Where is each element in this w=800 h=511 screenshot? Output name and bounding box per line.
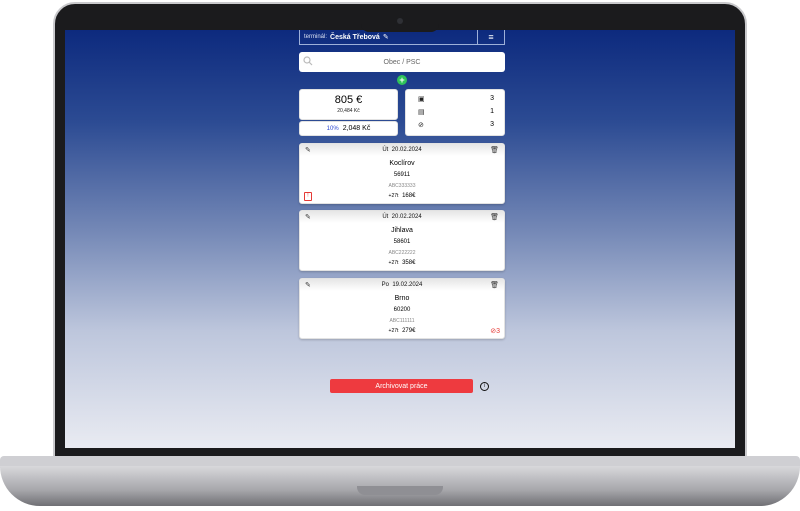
job-day: Út xyxy=(382,147,389,153)
job-card[interactable]: ✎ Po 19.02.2024 🗑 Brno 60200 ABC111111 +… xyxy=(299,278,505,339)
trash-icon[interactable]: 🗑 xyxy=(490,213,499,221)
job-day: Po xyxy=(381,282,389,288)
job-date-value: 19.02.2024 xyxy=(392,282,423,288)
stat-value: 1 xyxy=(490,108,494,115)
job-date: Po 19.02.2024 xyxy=(300,282,504,288)
trash-icon[interactable]: 🗑 xyxy=(490,146,499,154)
stat-value: 3 xyxy=(490,121,494,128)
job-date: Út 20.02.2024 xyxy=(300,147,504,153)
job-weight: +27t xyxy=(388,260,399,266)
laptop-screen: terminál: Česká Třebová ✎ ≡ Obec / PSC +… xyxy=(65,30,735,448)
document-icon: ▤ xyxy=(418,109,425,116)
percent-label: 10% xyxy=(326,125,339,132)
total-czk: 20,484 Kč xyxy=(337,108,360,114)
job-city: Brno xyxy=(394,295,410,302)
job-psc: 58601 xyxy=(393,239,411,245)
summary-total-card: 805 € 20,484 Kč xyxy=(299,89,398,120)
job-meta: +27t 358€ xyxy=(300,260,504,266)
cancel-icon: ⊘ xyxy=(418,122,424,129)
job-psc: 60200 xyxy=(393,307,411,313)
job-code: ABC333333 xyxy=(388,183,416,189)
search-placeholder: Obec / PSC xyxy=(383,58,421,66)
terminal-value: Česká Třebová xyxy=(330,33,380,41)
search-input[interactable]: Obec / PSC xyxy=(299,52,505,72)
job-date-value: 20.02.2024 xyxy=(391,214,422,220)
job-city: Jihlava xyxy=(391,227,413,234)
job-day: Út xyxy=(382,214,389,220)
alert-flag-icon: ! xyxy=(304,192,312,201)
job-card[interactable]: ✎ Út 20.02.2024 🗑 Koclírov 56911 ABC3333… xyxy=(299,143,505,204)
stat-value: 3 xyxy=(490,95,494,102)
cancel-count-icon: ⊘3 xyxy=(490,328,500,335)
job-date-value: 20.02.2024 xyxy=(391,147,422,153)
briefcase-icon: ▣ xyxy=(418,96,425,103)
archive-jobs-button[interactable]: Archivovat práce xyxy=(330,379,473,393)
info-icon[interactable]: i xyxy=(480,382,489,391)
job-code: ABC222222 xyxy=(388,250,416,256)
search-icon xyxy=(303,56,313,66)
laptop-base-notch xyxy=(357,486,443,495)
percent-value: 2,048 Kč xyxy=(342,125,371,132)
job-price: 168€ xyxy=(402,193,416,199)
job-meta: +27t 168€ xyxy=(300,193,504,199)
job-price: 358€ xyxy=(402,260,416,266)
total-eur: 805 € xyxy=(334,94,363,106)
job-card[interactable]: ✎ Út 20.02.2024 🗑 Jihlava 58601 ABC22222… xyxy=(299,210,505,271)
trash-icon[interactable]: 🗑 xyxy=(490,281,499,289)
terminal-header[interactable]: terminál: Česká Třebová ✎ ≡ xyxy=(299,30,505,45)
camera-icon xyxy=(397,18,403,24)
job-price: 279€ xyxy=(402,328,416,334)
job-weight: +27t xyxy=(388,193,399,199)
job-weight: +27t xyxy=(388,328,399,334)
summary-percent-card: 10% 2,048 Kč xyxy=(299,121,398,136)
job-code: ABC111111 xyxy=(389,318,415,324)
stats-card: ▣ 3 ▤ 1 ⊘ 3 xyxy=(405,89,505,136)
pencil-icon[interactable]: ✎ xyxy=(383,33,389,41)
job-date: Út 20.02.2024 xyxy=(300,214,504,220)
job-psc: 56911 xyxy=(393,172,411,178)
terminal-label: terminál: xyxy=(304,34,328,40)
add-job-button[interactable]: + xyxy=(397,75,407,85)
stat-row-document: ▤ 1 xyxy=(406,107,506,119)
stat-row-cancel: ⊘ 3 xyxy=(406,120,506,132)
job-city: Koclírov xyxy=(389,160,415,167)
job-meta: +27t 279€ xyxy=(300,328,504,334)
stat-row-briefcase: ▣ 3 xyxy=(406,94,506,106)
menu-icon[interactable]: ≡ xyxy=(477,30,504,44)
